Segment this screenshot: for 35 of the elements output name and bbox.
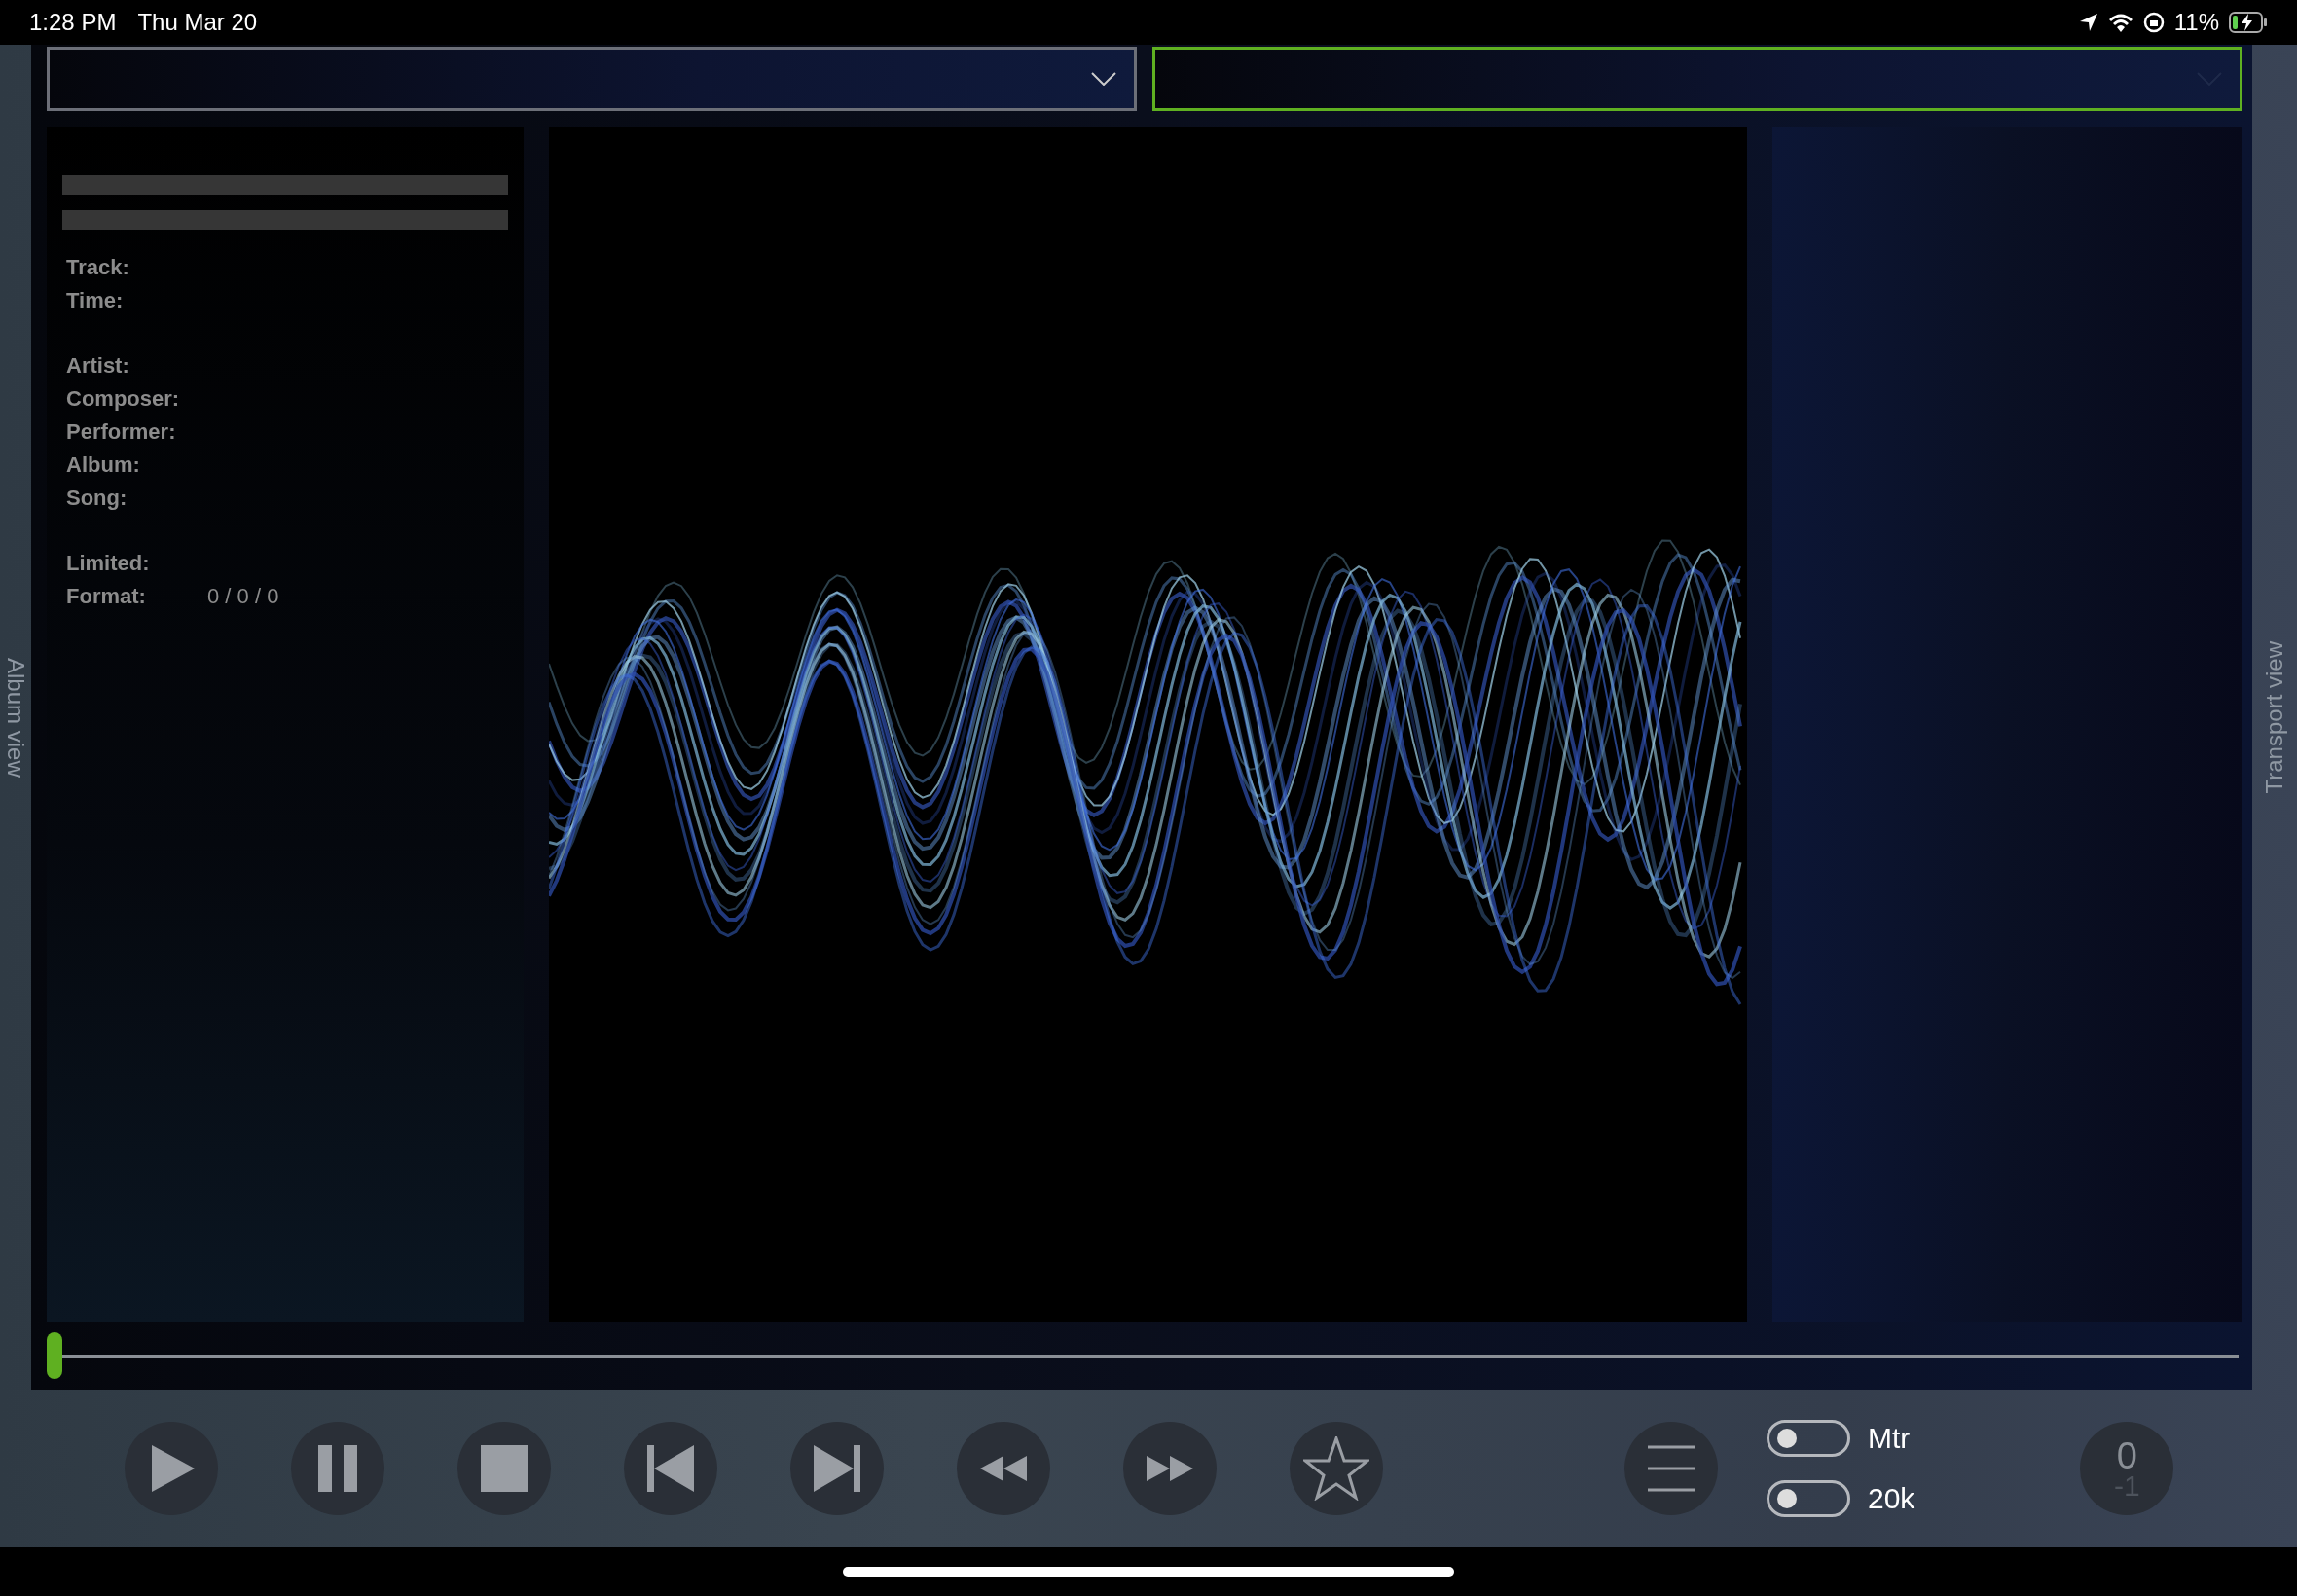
rewind-icon — [980, 1456, 1027, 1481]
seek-thumb[interactable] — [47, 1332, 62, 1380]
info-label: Time: — [66, 287, 125, 313]
info-label: Track: — [66, 254, 130, 280]
status-time: 1:28 PM — [29, 9, 117, 36]
stop-icon — [481, 1445, 528, 1492]
skip-back-icon — [647, 1445, 694, 1492]
info-label: Artist: — [66, 352, 130, 379]
dropdown-field[interactable] — [1152, 47, 2242, 111]
counter-value: 0 — [2116, 1438, 2137, 1473]
info-label: Album: — [66, 452, 141, 478]
menu-icon — [1646, 1443, 1696, 1494]
battery-charging-icon — [2229, 12, 2268, 33]
info-label: Limited: — [66, 550, 151, 576]
dropdown-field[interactable] — [47, 47, 1137, 111]
chevron-down-icon — [1091, 71, 1116, 86]
fast-forward-icon — [1147, 1456, 1193, 1481]
info-value: 0 / 0 / 0 — [207, 583, 279, 609]
info-label: Song: — [66, 485, 128, 511]
wifi-icon — [2107, 13, 2133, 32]
star-icon — [1303, 1436, 1369, 1501]
battery-percentage: 11% — [2173, 9, 2219, 36]
transport-view-tab[interactable]: Transport view — [2261, 640, 2288, 794]
info-label: Composer: — [66, 385, 181, 412]
toggle-switch[interactable] — [1767, 1420, 1850, 1457]
info-label: Performer: — [66, 418, 177, 445]
toggle-switch[interactable] — [1767, 1480, 1850, 1517]
album-view-tab[interactable]: Album view — [2, 657, 29, 778]
skip-forward-icon — [814, 1445, 860, 1492]
toggle-label: 20k — [1868, 1482, 1915, 1515]
info-label: Format: — [66, 583, 147, 609]
toggle-label: Mtr — [1868, 1422, 1911, 1455]
status-date: Thu Mar 20 — [137, 9, 258, 36]
rotation-lock-icon — [2142, 12, 2165, 33]
location-icon — [2078, 13, 2098, 32]
